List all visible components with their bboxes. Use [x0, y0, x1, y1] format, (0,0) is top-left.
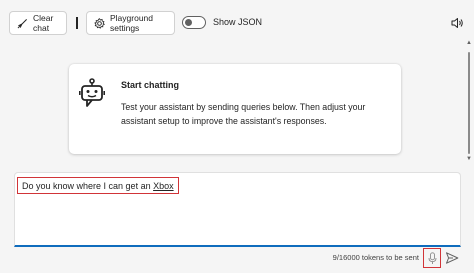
input-text-prefix: Do you know where I can get an	[22, 181, 154, 191]
microphone-button[interactable]	[423, 248, 441, 268]
speaker-icon[interactable]	[450, 16, 464, 30]
chat-input-text[interactable]: Do you know where I can get an Xbox	[17, 177, 179, 194]
toggle-knob	[185, 19, 192, 26]
broom-icon	[17, 18, 27, 28]
chat-toolbar: Clear chat Playground settings Show JSON	[0, 0, 474, 46]
show-json-label: Show JSON	[213, 17, 263, 27]
playground-settings-button[interactable]: Playground settings	[86, 11, 175, 35]
chat-scrollbar[interactable]: ▲ ▼	[466, 40, 472, 165]
playground-settings-label: Playground settings	[110, 13, 154, 33]
scroll-thumb[interactable]	[468, 52, 470, 154]
send-icon[interactable]	[445, 251, 459, 265]
clear-chat-label: Clear chat	[33, 13, 54, 33]
input-text-xbox: Xbox	[153, 181, 174, 191]
settings-icon	[94, 17, 105, 29]
token-count: 9/16000 tokens to be sent	[332, 253, 419, 262]
show-json-toggle[interactable]	[182, 16, 206, 29]
card-title: Start chatting	[121, 80, 180, 90]
toolbar-divider	[76, 17, 78, 29]
card-body: Test your assistant by sending queries b…	[121, 102, 366, 126]
scroll-up-arrow[interactable]: ▲	[466, 40, 472, 46]
scroll-down-arrow[interactable]: ▼	[466, 156, 472, 162]
bot-icon	[79, 78, 105, 107]
microphone-icon	[428, 251, 436, 264]
clear-chat-button[interactable]: Clear chat	[9, 11, 67, 35]
start-chatting-card: Start chatting Test your assistant by se…	[69, 64, 401, 154]
